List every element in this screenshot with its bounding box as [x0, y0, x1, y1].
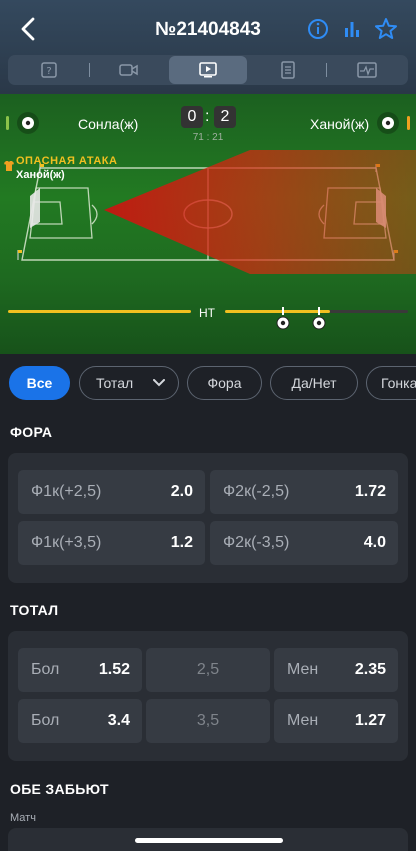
- odds-label: Ф2к(-3,5): [223, 534, 290, 551]
- tab-video[interactable]: [92, 55, 166, 85]
- over-label: Бол: [31, 661, 60, 678]
- shirt-icon: [4, 161, 14, 171]
- filter-race[interactable]: Гонка: [366, 366, 416, 400]
- filter-all[interactable]: Все: [9, 366, 70, 400]
- tab-scoreboard[interactable]: [251, 55, 325, 85]
- total-line-cell: 3,5: [146, 699, 270, 743]
- total-line: 3,5: [196, 712, 220, 729]
- home-score: 0: [181, 106, 203, 128]
- play-screen-icon: [199, 62, 217, 78]
- fora-title: ФОРА: [10, 424, 53, 440]
- first-half-bar: [8, 310, 191, 313]
- star-icon[interactable]: [373, 16, 399, 42]
- odds-value: 4.0: [363, 534, 386, 551]
- home-indicator: [135, 838, 283, 843]
- tab-info[interactable]: ?: [12, 55, 86, 85]
- away-team-name: Ханой(ж): [310, 116, 370, 132]
- under-odds: 2.35: [354, 661, 386, 678]
- filter-fora[interactable]: Фора: [187, 366, 262, 400]
- svg-text:?: ?: [46, 66, 51, 77]
- activity-chart-icon: [357, 62, 377, 78]
- total-title: ТОТАЛ: [10, 602, 59, 618]
- over-odds: 3.4: [107, 712, 130, 729]
- under-odds: 1.27: [354, 712, 386, 729]
- over-odds: 1.52: [98, 661, 130, 678]
- over-label: Бол: [31, 712, 60, 729]
- half-time-label: HT: [199, 306, 215, 320]
- total-panel: Бол 1.52 2,5 Мен 2.35 Бол 3.4 3,5 Мен 1.…: [8, 631, 408, 761]
- header: №21404843 ?: [0, 0, 416, 94]
- goal-ball-icon: [312, 316, 326, 330]
- total-under-cell[interactable]: Мен 2.35: [274, 648, 398, 692]
- away-ball-icon: [377, 112, 399, 134]
- odds-cell[interactable]: Ф2к(-3,5) 4.0: [210, 521, 398, 565]
- question-icon: ?: [41, 62, 57, 78]
- total-over-cell[interactable]: Бол 3.4: [18, 699, 142, 743]
- chevron-down-icon: [153, 379, 165, 387]
- odds-label: Ф1к(+3,5): [31, 534, 102, 551]
- odds-cell[interactable]: Ф1к(+2,5) 2.0: [18, 470, 205, 514]
- score-row: Сонла(ж) 0 : 2 71 : 21 Ханой(ж): [0, 94, 416, 150]
- attack-status: ОПАСНАЯ АТАКА: [16, 155, 118, 167]
- both-score-subtitle: Матч: [10, 812, 36, 824]
- away-score: 2: [214, 106, 236, 128]
- away-indicator-bar: [407, 116, 410, 130]
- home-indicator-bar: [6, 116, 9, 130]
- under-label: Мен: [287, 712, 319, 729]
- total-over-cell[interactable]: Бол 1.52: [18, 648, 142, 692]
- stats-icon[interactable]: [339, 16, 365, 42]
- odds-label: Ф1к(+2,5): [31, 483, 102, 500]
- tab-stats[interactable]: [330, 55, 404, 85]
- filter-total-label: Тотал: [96, 375, 134, 391]
- odds-cell[interactable]: Ф1к(+3,5) 1.2: [18, 521, 205, 565]
- home-team-name: Сонла(ж): [78, 116, 139, 132]
- match-time: 71 : 21: [192, 132, 224, 143]
- score-separator: :: [205, 108, 210, 125]
- total-under-cell[interactable]: Мен 1.27: [274, 699, 398, 743]
- top-bar: №21404843: [0, 10, 416, 50]
- view-tabs: ?: [8, 55, 408, 85]
- fora-panel: Ф1к(+2,5) 2.0 Ф2к(-2,5) 1.72 Ф1к(+3,5) 1…: [8, 453, 408, 583]
- filter-chips: Все Тотал Фора Да/Нет Гонка: [0, 366, 416, 402]
- odds-label: Ф2к(-2,5): [223, 483, 290, 500]
- video-camera-icon: [119, 64, 138, 76]
- odds-value: 1.72: [354, 483, 386, 500]
- odds-cell[interactable]: Ф2к(-2,5) 1.72: [210, 470, 398, 514]
- under-label: Мен: [287, 661, 319, 678]
- both-score-title: ОБЕ ЗАБЬЮТ: [10, 781, 109, 797]
- home-ball-icon: [17, 112, 39, 134]
- second-half-bar: [225, 310, 330, 313]
- match-tracker: Сонла(ж) 0 : 2 71 : 21 Ханой(ж) ОПАСНАЯ …: [0, 94, 416, 354]
- attacking-team: Ханой(ж): [16, 169, 65, 181]
- document-icon: [281, 61, 295, 79]
- filter-total[interactable]: Тотал: [79, 366, 179, 400]
- filter-yes-no[interactable]: Да/Нет: [270, 366, 358, 400]
- match-progress: HT: [0, 294, 416, 334]
- total-line-cell: 2,5: [146, 648, 270, 692]
- tab-broadcast[interactable]: [169, 56, 247, 84]
- total-line: 2,5: [196, 661, 220, 678]
- odds-value: 1.2: [170, 534, 193, 551]
- info-icon[interactable]: [305, 16, 331, 42]
- goal-ball-icon: [276, 316, 290, 330]
- odds-value: 2.0: [170, 483, 193, 500]
